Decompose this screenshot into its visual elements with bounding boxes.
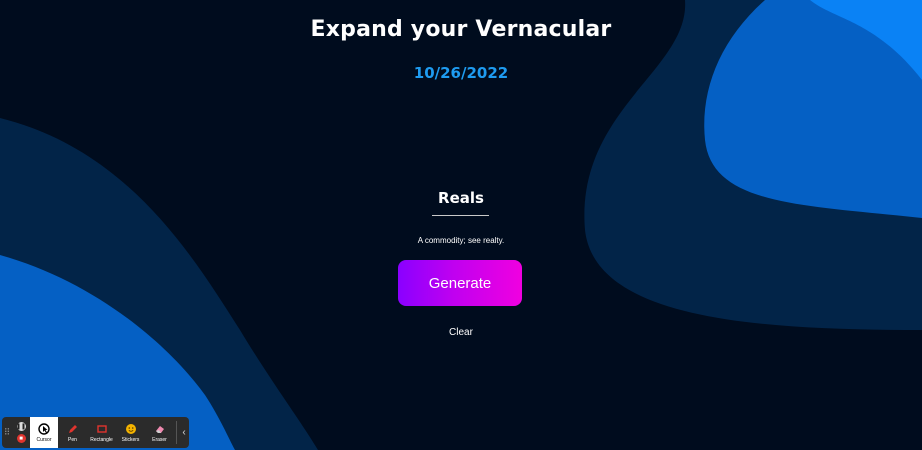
toolbar-divider xyxy=(176,421,177,444)
rectangle-icon xyxy=(96,423,108,435)
drag-handle-icon[interactable]: ⠿ xyxy=(2,417,12,448)
cursor-icon xyxy=(38,422,50,435)
word-divider xyxy=(432,215,489,216)
tool-label: Cursor xyxy=(36,436,52,443)
word-heading: Reals xyxy=(438,189,484,207)
tool-label: Stickers xyxy=(121,436,140,443)
chevron-left-icon[interactable]: ‹ xyxy=(179,417,189,448)
recording-controls: ❚❚ ■ xyxy=(12,417,30,448)
pen-icon xyxy=(67,423,79,435)
tool-stickers[interactable]: Stickers xyxy=(116,417,145,448)
pause-icon[interactable]: ❚❚ xyxy=(16,422,26,431)
page-title: Expand your Vernacular xyxy=(310,17,612,42)
word-definition: A commodity; see realty. xyxy=(417,236,505,245)
eraser-icon xyxy=(154,423,166,435)
tool-pen[interactable]: Pen xyxy=(58,417,87,448)
clear-link[interactable]: Clear xyxy=(449,327,473,338)
tool-label: Pen xyxy=(68,436,77,443)
sticker-icon xyxy=(125,423,137,435)
stop-icon[interactable]: ■ xyxy=(16,434,26,443)
tool-label: Rectangle xyxy=(90,436,113,443)
date-label: 10/26/2022 xyxy=(413,64,509,82)
clear-row: Clear xyxy=(0,327,922,338)
generate-button[interactable]: Generate xyxy=(398,260,522,306)
tool-rectangle[interactable]: Rectangle xyxy=(87,417,116,448)
tool-label: Eraser xyxy=(152,436,167,443)
tool-cursor[interactable]: Cursor xyxy=(30,417,58,448)
tool-eraser[interactable]: Eraser xyxy=(145,417,174,448)
annotation-toolbar: ⠿ ❚❚ ■ Cursor Pen Rectangle Stickers Era… xyxy=(2,417,189,448)
